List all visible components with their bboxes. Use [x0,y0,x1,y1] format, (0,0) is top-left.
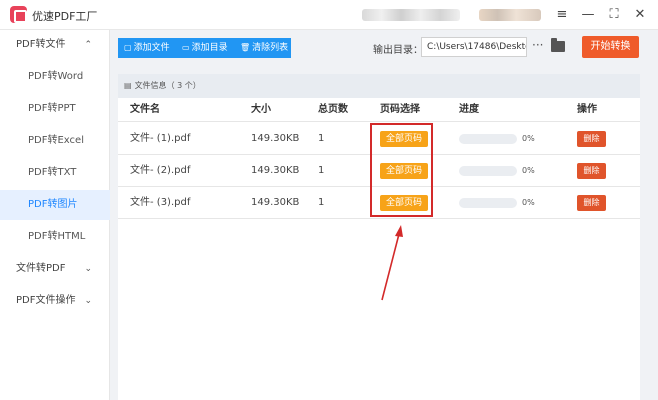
sidebar-item-label: PDF转TXT [28,167,77,178]
column-header-size: 大小 [251,104,271,115]
progress-bar [459,166,517,176]
app-logo-icon [10,6,27,23]
table-header: 文件名 大小 总页数 页码选择 进度 操作 [118,98,640,122]
sidebar-item-label: 文件转PDF [16,263,66,274]
progress-percent: 0% [522,166,535,175]
file-info-bar: ▤ 文件信息（ 3 个） [118,74,640,98]
sidebar-item-label: PDF文件操作 [16,295,76,306]
progress-percent: 0% [522,198,535,207]
more-options-icon[interactable]: ··· [532,38,543,52]
file-name: 文件- (2).pdf [130,165,191,176]
page-count: 1 [318,133,325,144]
blurred-account-info [362,9,460,21]
sidebar-item-pdf-to-word[interactable]: PDF转Word [0,62,110,92]
file-name: 文件- (3).pdf [130,197,191,208]
column-header-name: 文件名 [130,104,160,115]
progress-percent: 0% [522,134,535,143]
trash-icon: 🗑 [240,43,251,52]
output-path-input[interactable]: C:\Users\17486\Deskto [421,37,527,57]
chevron-up-icon: ⌃ [84,40,92,50]
start-convert-button[interactable]: 开始转换 [582,36,639,58]
sidebar-group-pdf-operations[interactable]: PDF文件操作 ⌄ [0,286,110,316]
delete-button[interactable]: 删除 [577,131,606,147]
minimize-icon[interactable]: — [578,5,598,25]
output-directory-label: 输出目录： [373,45,423,56]
sidebar-item-label: PDF转图片 [28,199,78,210]
restore-icon[interactable]: ⛶ [604,5,624,25]
app-title: 优速PDF工厂 [32,10,98,23]
file-size: 149.30KB [251,133,300,144]
sidebar-item-pdf-to-excel[interactable]: PDF转Excel [0,126,110,156]
sidebar-item-pdf-to-image[interactable]: PDF转图片 [0,190,110,220]
sidebar-item-label: PDF转HTML [28,231,86,242]
add-directory-button[interactable]: ▭ 添加目录 [176,38,234,58]
column-header-page-select: 页码选择 [380,104,420,115]
sidebar-item-pdf-to-html[interactable]: PDF转HTML [0,222,110,252]
chevron-down-icon: ⌄ [84,296,92,306]
column-header-pages: 总页数 [318,104,348,115]
delete-button[interactable]: 删除 [577,163,606,179]
file-size: 149.30KB [251,197,300,208]
progress-bar [459,198,517,208]
sidebar-group-file-to-pdf[interactable]: 文件转PDF ⌄ [0,254,110,284]
file-size: 149.30KB [251,165,300,176]
annotation-highlight-box [370,123,433,217]
open-folder-icon[interactable] [551,38,565,52]
sidebar-group-pdf-to-file[interactable]: PDF转文件 ⌃ [0,30,110,60]
menu-icon[interactable]: ≡ [552,5,572,25]
close-icon[interactable]: ✕ [630,5,650,25]
folder-icon: ▭ [182,43,190,52]
delete-button[interactable]: 删除 [577,195,606,211]
sidebar-item-label: PDF转PPT [28,103,76,114]
clear-list-button[interactable]: 🗑 清除列表 [234,38,291,58]
chevron-down-icon: ⌄ [84,264,92,274]
sidebar-item-label: PDF转文件 [16,39,66,50]
add-file-button[interactable]: ▢ 添加文件 [118,38,176,58]
blurred-user-avatar[interactable] [479,9,541,21]
sidebar: PDF转文件 ⌃ PDF转Word PDF转PPT PDF转Excel PDF转… [0,30,110,400]
column-header-progress: 进度 [459,104,479,115]
file-info-label: 文件信息 [134,81,167,90]
page-count: 1 [318,197,325,208]
title-bar: 优速PDF工厂 ≡ — ⛶ ✕ [0,0,658,30]
file-name: 文件- (1).pdf [130,133,191,144]
file-plus-icon: ▢ [124,43,132,52]
column-header-action: 操作 [577,104,597,115]
document-icon: ▤ [124,81,132,90]
progress-bar [459,134,517,144]
sidebar-item-label: PDF转Excel [28,135,84,146]
file-count: （ 3 个） [166,81,201,90]
page-count: 1 [318,165,325,176]
sidebar-item-label: PDF转Word [28,71,84,82]
sidebar-item-pdf-to-ppt[interactable]: PDF转PPT [0,94,110,124]
sidebar-item-pdf-to-txt[interactable]: PDF转TXT [0,158,110,188]
